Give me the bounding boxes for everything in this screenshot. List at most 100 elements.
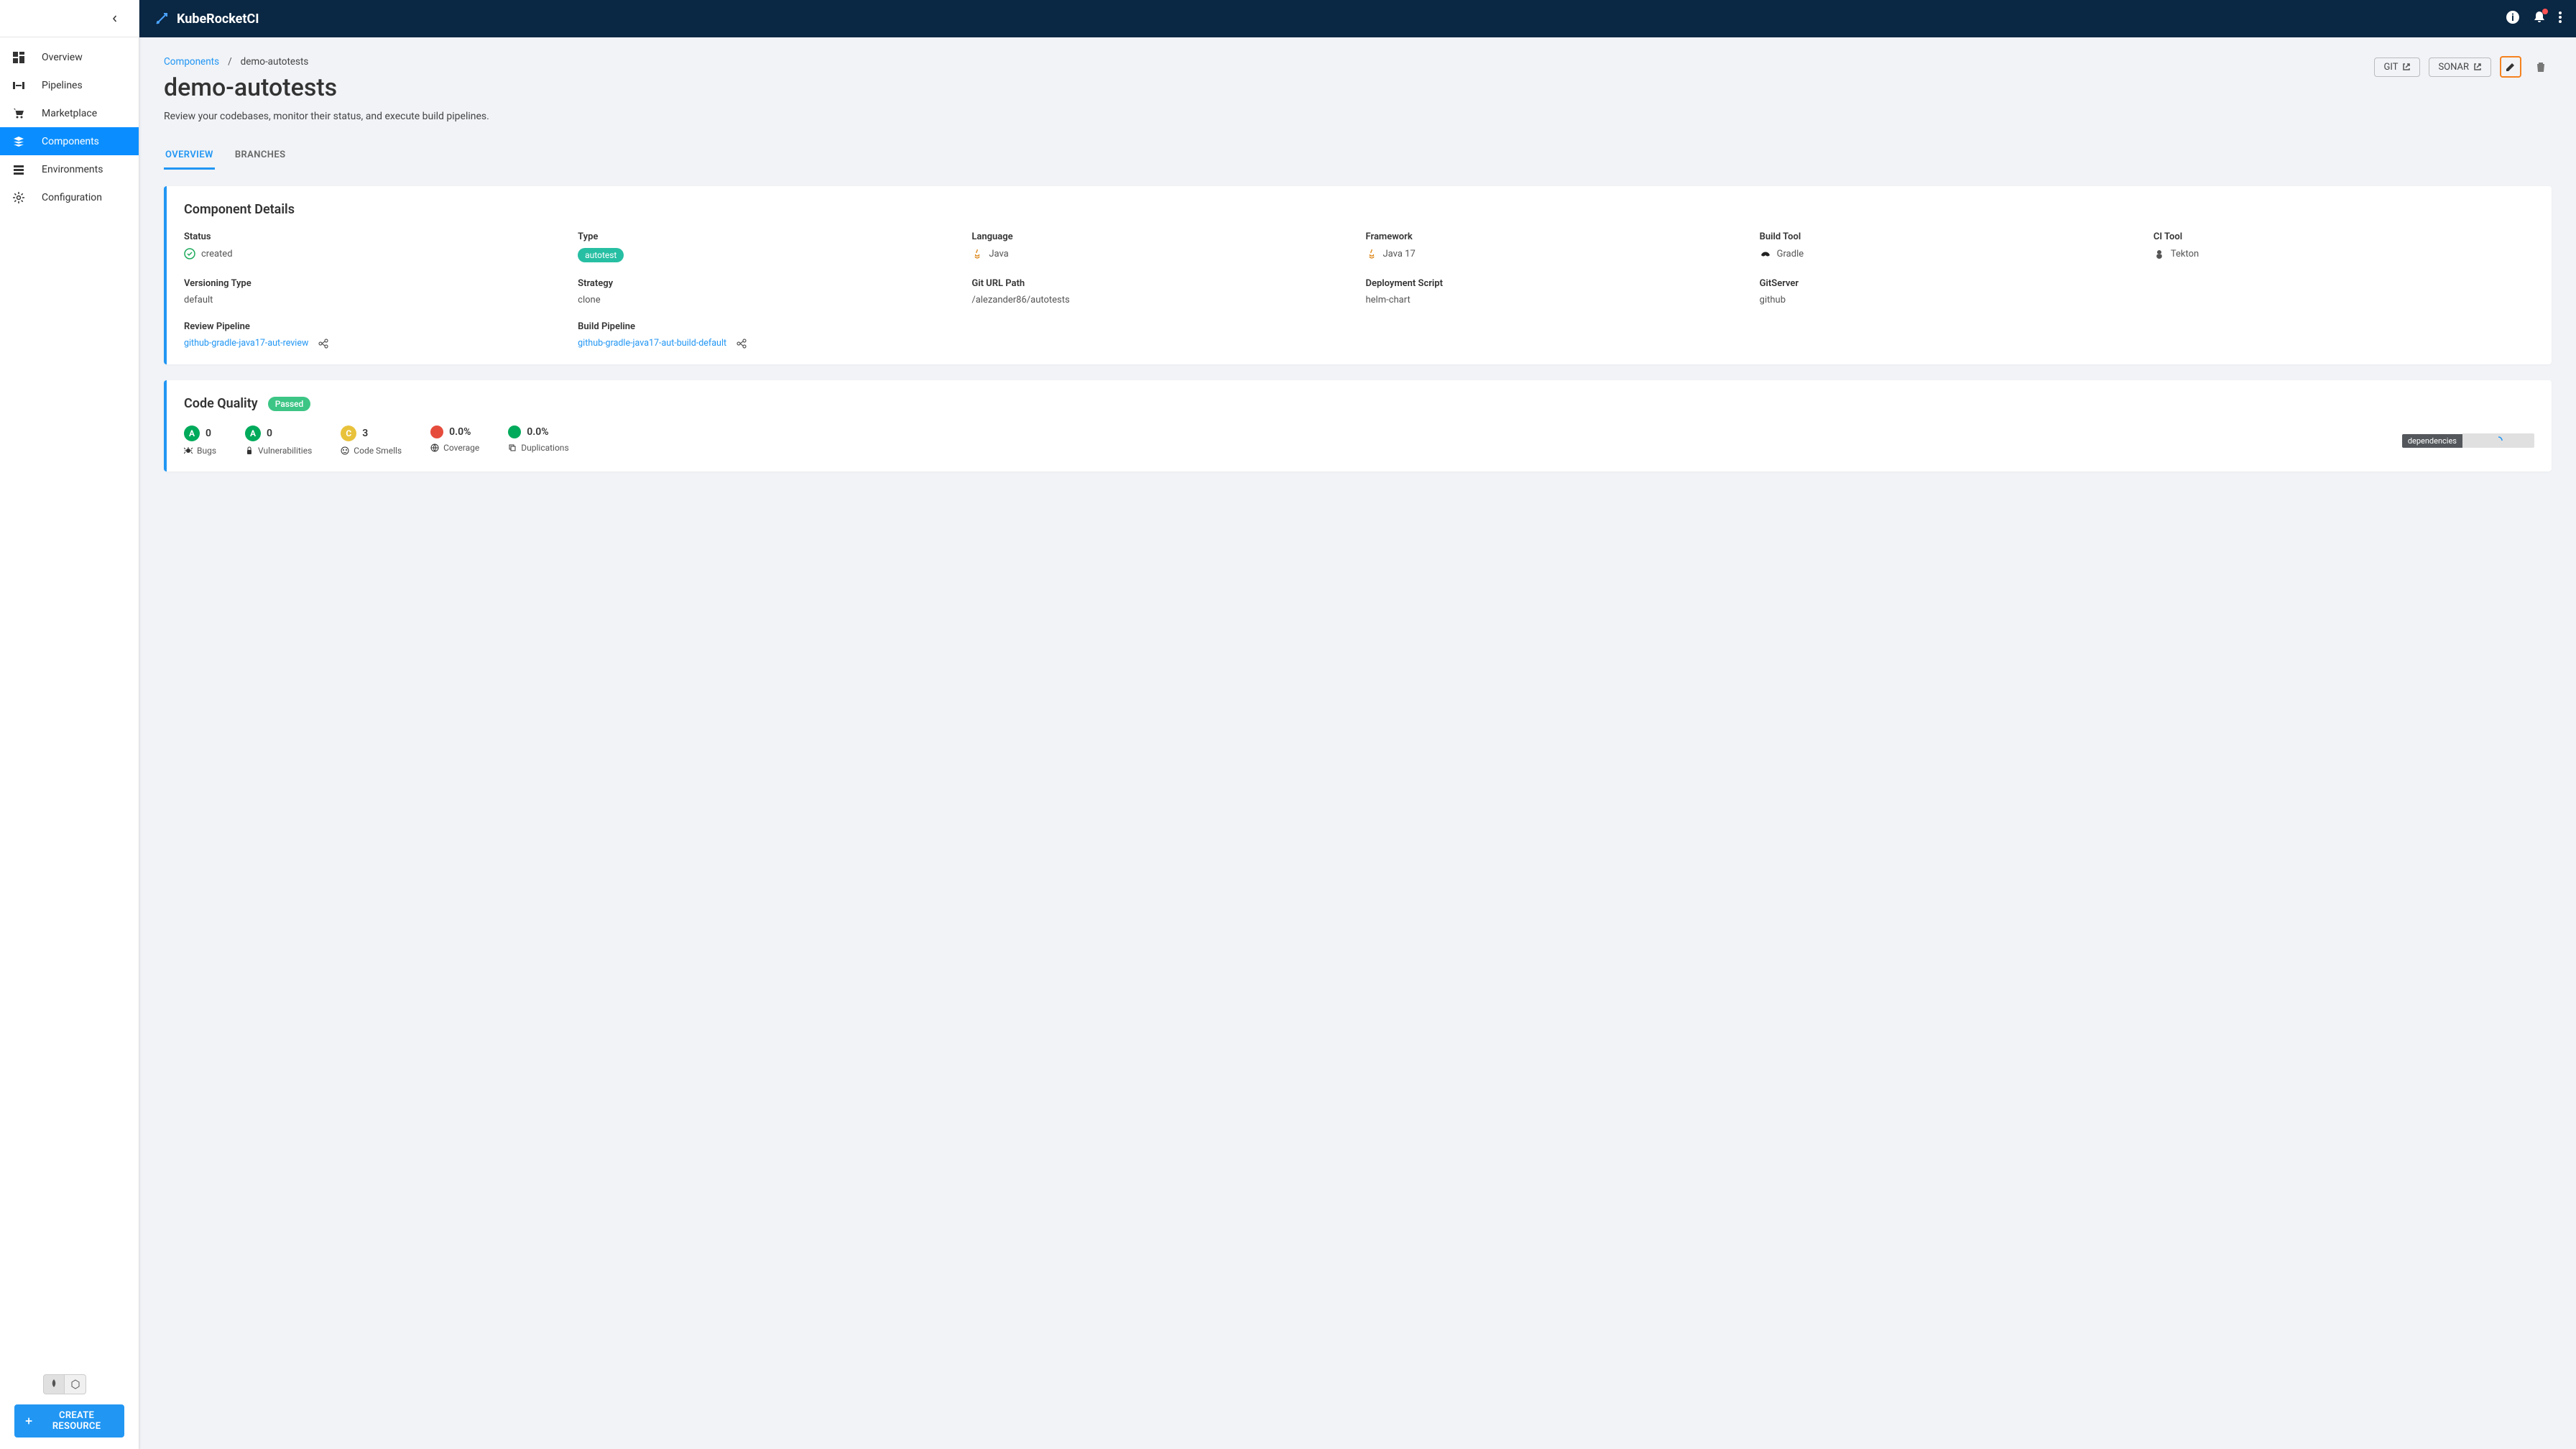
type-label: Type [578, 231, 959, 242]
sonar-label: SONAR [2438, 62, 2469, 73]
review-pipeline-link[interactable]: github-gradle-java17-aut-review [184, 338, 308, 349]
smell-value: 3 [362, 428, 368, 439]
delete-button[interactable] [2530, 56, 2552, 78]
review-pipeline-label: Review Pipeline [184, 321, 565, 332]
plus-icon [24, 1416, 33, 1426]
nav-label: Overview [42, 52, 83, 63]
strategy-label: Strategy [578, 278, 959, 289]
graph-icon[interactable] [318, 339, 328, 349]
more-vert-icon [2559, 12, 2562, 23]
deployscript-value: helm-chart [1366, 295, 1747, 305]
gear-icon [11, 190, 26, 205]
git-label: GIT [2383, 62, 2398, 73]
bug-icon [184, 446, 193, 455]
sidebar-item-marketplace[interactable]: Marketplace [0, 99, 139, 127]
status-value: created [184, 248, 565, 259]
brand[interactable]: KubeRocketCI [154, 11, 259, 27]
nav-label: Components [42, 136, 99, 147]
check-circle-icon [184, 248, 195, 259]
code-quality-status: Passed [268, 397, 311, 411]
lock-icon [245, 446, 254, 455]
language-label: Language [971, 231, 1352, 242]
component-details-title: Component Details [184, 202, 2534, 217]
deployscript-label: Deployment Script [1366, 278, 1747, 289]
component-details-card: Component Details Status created Type au… [164, 186, 2552, 364]
type-badge: autotest [578, 248, 624, 262]
graph-icon[interactable] [737, 339, 747, 349]
action-buttons: GIT SONAR [2374, 56, 2552, 78]
sidebar-item-configuration[interactable]: Configuration [0, 183, 139, 211]
citool-label: CI Tool [2153, 231, 2534, 242]
review-pipeline-value: github-gradle-java17-aut-review [184, 338, 565, 349]
metric-bugs: A0 Bugs [184, 426, 216, 456]
coverage-value: 0.0% [449, 426, 471, 438]
build-pipeline-link[interactable]: github-gradle-java17-aut-build-default [578, 338, 726, 349]
bugs-value: 0 [206, 428, 211, 439]
gradle-icon [1760, 248, 1771, 259]
giturl-label: Git URL Path [971, 278, 1352, 289]
sidebar-item-overview[interactable]: Overview [0, 43, 139, 71]
language-value: Java [971, 248, 1352, 259]
framework-label: Framework [1366, 231, 1747, 242]
pencil-icon [2505, 61, 2516, 73]
copy-icon [508, 443, 517, 452]
dup-dot [508, 426, 521, 438]
sonar-button[interactable]: SONAR [2429, 58, 2491, 77]
trash-icon [2535, 61, 2547, 73]
nav-label: Environments [42, 164, 103, 175]
buildtool-value: Gradle [1760, 248, 2141, 259]
giturl-value: /alezander86/autotests [971, 295, 1352, 305]
edit-button[interactable] [2500, 56, 2521, 78]
dup-value: 0.0% [527, 426, 548, 438]
status-label: Status [184, 231, 565, 242]
metric-vulnerabilities: A0 Vulnerabilities [245, 426, 312, 456]
globe-icon [430, 443, 439, 452]
app-header: KubeRocketCI i [139, 0, 2576, 37]
sidebar-collapse[interactable] [0, 0, 139, 37]
notif-dot [2542, 9, 2548, 14]
git-button[interactable]: GIT [2374, 58, 2420, 77]
code-quality-card: Code Quality Passed A0 Bugs A0 Vulnerabi… [164, 380, 2552, 472]
citool-value: Tekton [2153, 248, 2534, 259]
envs-icon [11, 162, 26, 177]
page-description: Review your codebases, monitor their sta… [164, 111, 2552, 122]
create-resource-label: CREATE RESOURCE [39, 1410, 114, 1432]
sidebar-item-pipelines[interactable]: Pipelines [0, 71, 139, 99]
toggle-rocket[interactable] [43, 1374, 65, 1394]
toggle-k8s[interactable] [65, 1374, 86, 1394]
sidebar: Overview Pipelines Marketplace Component… [0, 0, 139, 1449]
sidebar-item-components[interactable]: Components [0, 127, 139, 155]
notifications-button[interactable] [2533, 11, 2546, 27]
k8s-icon [70, 1379, 80, 1389]
more-button[interactable] [2559, 12, 2562, 26]
metric-code-smells: C3 Code Smells [341, 426, 402, 456]
layers-icon [11, 134, 26, 149]
nav-label: Pipelines [42, 80, 83, 91]
build-pipeline-value: github-gradle-java17-aut-build-default [578, 338, 959, 349]
breadcrumb-root[interactable]: Components [164, 56, 219, 68]
tabs: OVERVIEW BRANCHES [164, 142, 2552, 170]
dashboard-icon [11, 50, 26, 65]
brand-icon [154, 11, 170, 27]
tab-branches[interactable]: BRANCHES [234, 142, 287, 170]
theme-toggle [43, 1374, 124, 1394]
pipeline-icon [11, 78, 26, 93]
metric-duplications: 0.0% Duplications [508, 426, 568, 453]
smell-rating: C [341, 426, 356, 441]
tekton-icon [2153, 248, 2165, 259]
info-button[interactable]: i [2506, 10, 2520, 27]
smell-icon [341, 446, 349, 455]
deps-label: dependencies [2402, 434, 2462, 448]
brand-text: KubeRocketCI [177, 12, 259, 27]
vuln-rating: A [245, 426, 261, 441]
buildtool-label: Build Tool [1760, 231, 2141, 242]
versioning-label: Versioning Type [184, 278, 565, 289]
create-resource-button[interactable]: CREATE RESOURCE [14, 1404, 124, 1438]
sidebar-item-environments[interactable]: Environments [0, 155, 139, 183]
cart-icon [11, 106, 26, 121]
breadcrumb: Components / demo-autotests [164, 56, 337, 68]
java-icon [971, 248, 983, 259]
nav-list: Overview Pipelines Marketplace Component… [0, 37, 139, 1366]
tab-overview[interactable]: OVERVIEW [164, 142, 215, 170]
breadcrumb-current: demo-autotests [241, 56, 309, 68]
